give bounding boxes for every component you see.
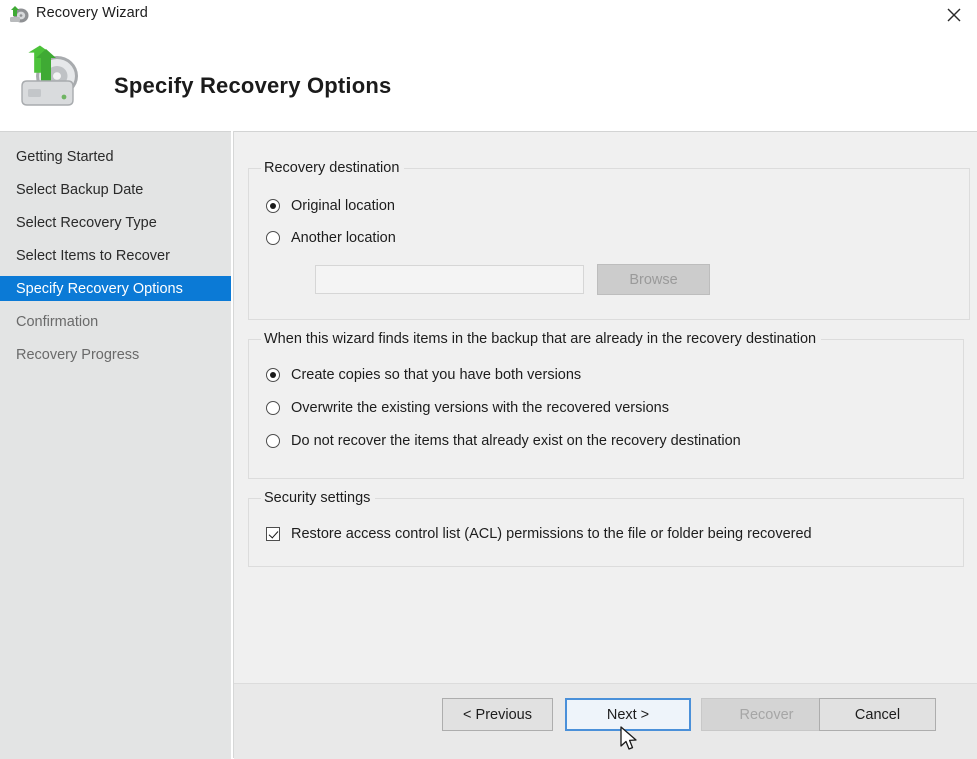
- sidebar-item-specify-recovery-options[interactable]: Specify Recovery Options: [0, 276, 231, 301]
- radio-another-location[interactable]: Another location: [266, 230, 396, 246]
- sidebar-item-label: Select Recovery Type: [16, 215, 157, 231]
- checkbox-restore-acl[interactable]: Restore access control list (ACL) permis…: [266, 526, 812, 542]
- recovery-destination-legend: Recovery destination: [261, 160, 404, 176]
- recover-button-label: Recover: [740, 707, 794, 723]
- radio-overwrite-existing[interactable]: Overwrite the existing versions with the…: [266, 400, 669, 416]
- radio-indicator-icon: [266, 401, 280, 415]
- sidebar-item-label: Recovery Progress: [16, 347, 139, 363]
- window-title: Recovery Wizard: [36, 5, 148, 21]
- sidebar-item-label: Specify Recovery Options: [16, 281, 183, 297]
- sidebar-item-select-backup-date[interactable]: Select Backup Date: [0, 177, 231, 202]
- previous-button[interactable]: < Previous: [442, 698, 553, 731]
- sidebar-item-select-items-to-recover[interactable]: Select Items to Recover: [0, 243, 231, 268]
- checkbox-label: Restore access control list (ACL) permis…: [291, 526, 812, 542]
- radio-original-location[interactable]: Original location: [266, 198, 395, 214]
- destination-path-input[interactable]: [315, 265, 584, 294]
- radio-label: Overwrite the existing versions with the…: [291, 400, 669, 416]
- content-pane: Recovery destination Original location A…: [234, 131, 977, 683]
- radio-indicator-icon: [266, 368, 280, 382]
- radio-do-not-recover[interactable]: Do not recover the items that already ex…: [266, 433, 741, 449]
- cancel-button[interactable]: Cancel: [819, 698, 936, 731]
- wizard-footer: < Previous Next > Recover Cancel: [234, 683, 977, 759]
- sidebar-item-label: Confirmation: [16, 314, 98, 330]
- sidebar-item-label: Select Backup Date: [16, 182, 143, 198]
- radio-label: Do not recover the items that already ex…: [291, 433, 741, 449]
- conflict-handling-legend: When this wizard finds items in the back…: [261, 331, 821, 347]
- security-settings-group: Security settings Restore access control…: [248, 498, 964, 567]
- wizard-sidebar: Getting Started Select Backup Date Selec…: [0, 131, 231, 759]
- previous-button-label: < Previous: [463, 707, 532, 723]
- sidebar-item-getting-started[interactable]: Getting Started: [0, 144, 231, 169]
- browse-button[interactable]: Browse: [597, 264, 710, 295]
- radio-label: Another location: [291, 230, 396, 246]
- browse-button-label: Browse: [629, 272, 677, 288]
- recovery-disk-large-icon: [10, 42, 86, 116]
- title-bar: Recovery Wizard: [0, 0, 977, 30]
- recovery-disk-icon: [8, 4, 30, 25]
- sidebar-item-select-recovery-type[interactable]: Select Recovery Type: [0, 210, 231, 235]
- close-icon: [947, 8, 961, 22]
- cancel-button-label: Cancel: [855, 707, 900, 723]
- radio-label: Create copies so that you have both vers…: [291, 367, 581, 383]
- page-header: Specify Recovery Options: [0, 30, 977, 130]
- security-settings-legend: Security settings: [261, 490, 375, 506]
- sidebar-item-recovery-progress[interactable]: Recovery Progress: [0, 342, 231, 367]
- page-title: Specify Recovery Options: [114, 73, 391, 99]
- conflict-handling-group: When this wizard finds items in the back…: [248, 339, 964, 479]
- recovery-destination-group: Recovery destination Original location A…: [248, 168, 970, 320]
- sidebar-item-label: Getting Started: [16, 149, 114, 165]
- next-button-label: Next >: [607, 707, 649, 723]
- sidebar-item-label: Select Items to Recover: [16, 248, 170, 264]
- next-button[interactable]: Next >: [565, 698, 691, 731]
- recover-button[interactable]: Recover: [701, 698, 832, 731]
- radio-indicator-icon: [266, 199, 280, 213]
- radio-label: Original location: [291, 198, 395, 214]
- sidebar-item-confirmation[interactable]: Confirmation: [0, 309, 231, 334]
- close-button[interactable]: [931, 0, 977, 30]
- radio-indicator-icon: [266, 434, 280, 448]
- radio-create-copies[interactable]: Create copies so that you have both vers…: [266, 367, 581, 383]
- radio-indicator-icon: [266, 231, 280, 245]
- checkbox-indicator-icon: [266, 527, 280, 541]
